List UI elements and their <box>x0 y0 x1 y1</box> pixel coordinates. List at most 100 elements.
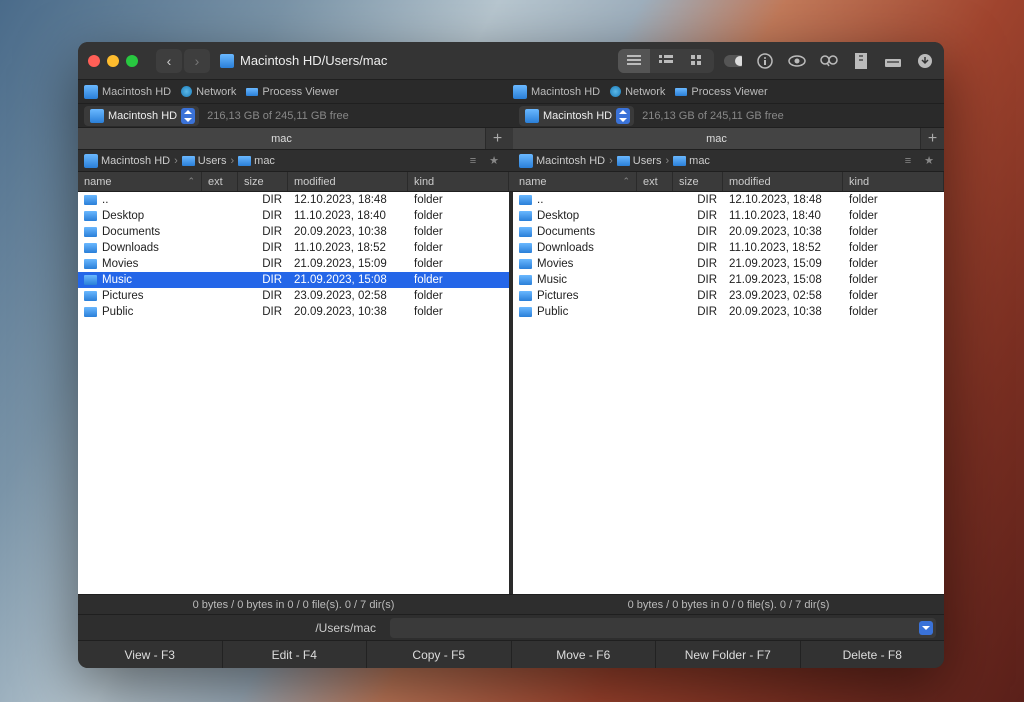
favorite-button[interactable]: ★ <box>485 154 503 167</box>
view-grid-button[interactable] <box>682 49 714 73</box>
table-row[interactable]: DocumentsDIR20.09.2023, 10:38folder <box>513 224 944 240</box>
table-row[interactable]: DesktopDIR11.10.2023, 18:40folder <box>513 208 944 224</box>
location-macintosh-hd[interactable]: Macintosh HD <box>84 85 171 99</box>
location-network[interactable]: Network <box>181 86 236 98</box>
fn-copy-button[interactable]: Copy - F5 <box>367 641 512 668</box>
folder-icon <box>84 211 97 221</box>
table-row[interactable]: DocumentsDIR20.09.2023, 10:38folder <box>78 224 509 240</box>
view-list-button[interactable] <box>618 49 650 73</box>
location-process-viewer[interactable]: Process Viewer <box>675 86 767 98</box>
fn-move-button[interactable]: Move - F6 <box>512 641 657 668</box>
hd-icon <box>84 85 98 99</box>
nav-forward-button[interactable]: › <box>184 49 210 73</box>
table-row[interactable]: DownloadsDIR11.10.2023, 18:52folder <box>513 240 944 256</box>
cell-size: DIR <box>238 258 288 270</box>
chevron-right-icon: › <box>609 155 613 167</box>
location-process-viewer[interactable]: Process Viewer <box>246 86 338 98</box>
breadcrumb-macintosh-hd[interactable]: Macintosh HD <box>519 154 605 168</box>
path-label: /Users/mac <box>86 621 382 635</box>
folder-icon <box>84 291 97 301</box>
breadcrumb-mac[interactable]: mac <box>238 155 275 167</box>
breadcrumb-mac[interactable]: mac <box>673 155 710 167</box>
breadcrumb-label: Users <box>633 155 662 167</box>
search-icon[interactable] <box>820 52 838 70</box>
column-name[interactable]: name <box>78 172 202 191</box>
table-row[interactable]: PicturesDIR23.09.2023, 02:58folder <box>78 288 509 304</box>
column-modified[interactable]: modified <box>723 172 843 191</box>
archive-icon[interactable] <box>852 52 870 70</box>
drive-select-left[interactable]: Macintosh HD <box>84 106 199 126</box>
column-kind[interactable]: kind <box>843 172 944 191</box>
breadcrumb-users[interactable]: Users <box>182 155 227 167</box>
fn-view-button[interactable]: View - F3 <box>78 641 223 668</box>
table-row[interactable]: PublicDIR20.09.2023, 10:38folder <box>513 304 944 320</box>
minimize-button[interactable] <box>107 55 119 67</box>
toggle-icon[interactable] <box>724 52 742 70</box>
download-icon[interactable] <box>916 52 934 70</box>
table-row[interactable]: PicturesDIR23.09.2023, 02:58folder <box>513 288 944 304</box>
tabs-left: mac + <box>78 128 509 149</box>
headers-left: nameextsizemodifiedkind <box>78 172 509 191</box>
dropdown-icon[interactable] <box>919 621 933 635</box>
folder-icon <box>519 259 532 269</box>
table-row[interactable]: PublicDIR20.09.2023, 10:38folder <box>78 304 509 320</box>
table-row[interactable]: DesktopDIR11.10.2023, 18:40folder <box>78 208 509 224</box>
tab-add-button[interactable]: + <box>920 128 944 149</box>
eject-icon[interactable] <box>884 52 902 70</box>
tab-label: mac <box>271 133 292 145</box>
table-row[interactable]: ..DIR12.10.2023, 18:48folder <box>78 192 509 208</box>
column-headers: nameextsizemodifiedkind nameextsizemodif… <box>78 172 944 192</box>
folder-icon <box>519 195 532 205</box>
breadcrumb-users[interactable]: Users <box>617 155 662 167</box>
cell-kind: folder <box>408 226 509 238</box>
column-size[interactable]: size <box>673 172 723 191</box>
pane-left[interactable]: ..DIR12.10.2023, 18:48folderDesktopDIR11… <box>78 192 509 594</box>
column-kind[interactable]: kind <box>408 172 509 191</box>
table-row[interactable]: MusicDIR21.09.2023, 15:08folder <box>513 272 944 288</box>
folder-icon <box>84 259 97 269</box>
pane-right[interactable]: ..DIR12.10.2023, 18:48folderDesktopDIR11… <box>513 192 944 594</box>
breadcrumb-left: Macintosh HD›Users›mac≡★ <box>78 150 509 171</box>
maximize-button[interactable] <box>126 55 138 67</box>
fn-delete-button[interactable]: Delete - F8 <box>801 641 945 668</box>
cell-name: Desktop <box>513 210 637 222</box>
history-button[interactable]: ≡ <box>899 155 917 167</box>
cell-name: Desktop <box>78 210 202 222</box>
column-modified[interactable]: modified <box>288 172 408 191</box>
history-button[interactable]: ≡ <box>464 155 482 167</box>
tab-add-button[interactable]: + <box>485 128 509 149</box>
location-left: Macintosh HD Network Process Viewer <box>84 80 509 103</box>
table-row[interactable]: MusicDIR21.09.2023, 15:08folder <box>78 272 509 288</box>
breadcrumb-label: Users <box>198 155 227 167</box>
fn-edit-button[interactable]: Edit - F4 <box>223 641 368 668</box>
location-macintosh-hd[interactable]: Macintosh HD <box>513 85 600 99</box>
column-size[interactable]: size <box>238 172 288 191</box>
tab[interactable]: mac <box>513 128 920 149</box>
info-icon[interactable] <box>756 52 774 70</box>
favorite-button[interactable]: ★ <box>920 154 938 167</box>
quicklook-icon[interactable] <box>788 52 806 70</box>
location-network[interactable]: Network <box>610 86 665 98</box>
drive-select-right[interactable]: Macintosh HD <box>519 106 634 126</box>
cell-modified: 20.09.2023, 10:38 <box>723 226 843 238</box>
table-row[interactable]: DownloadsDIR11.10.2023, 18:52folder <box>78 240 509 256</box>
column-name[interactable]: name <box>513 172 637 191</box>
location-label: Process Viewer <box>691 86 767 98</box>
fn-new-button[interactable]: New Folder - F7 <box>656 641 801 668</box>
view-columns-button[interactable] <box>650 49 682 73</box>
table-row[interactable]: ..DIR12.10.2023, 18:48folder <box>513 192 944 208</box>
table-row[interactable]: MoviesDIR21.09.2023, 15:09folder <box>513 256 944 272</box>
tab[interactable]: mac <box>78 128 485 149</box>
table-row[interactable]: MoviesDIR21.09.2023, 15:09folder <box>78 256 509 272</box>
column-ext[interactable]: ext <box>637 172 673 191</box>
column-ext[interactable]: ext <box>202 172 238 191</box>
path-input[interactable] <box>390 618 936 638</box>
row-name: Pictures <box>102 290 144 302</box>
breadcrumb-macintosh-hd[interactable]: Macintosh HD <box>84 154 170 168</box>
nav-back-button[interactable]: ‹ <box>156 49 182 73</box>
cell-size: DIR <box>673 242 723 254</box>
freespace-right: 216,13 GB of 245,11 GB free <box>642 110 784 122</box>
chevron-right-icon: › <box>665 155 669 167</box>
folder-icon <box>84 227 97 237</box>
close-button[interactable] <box>88 55 100 67</box>
